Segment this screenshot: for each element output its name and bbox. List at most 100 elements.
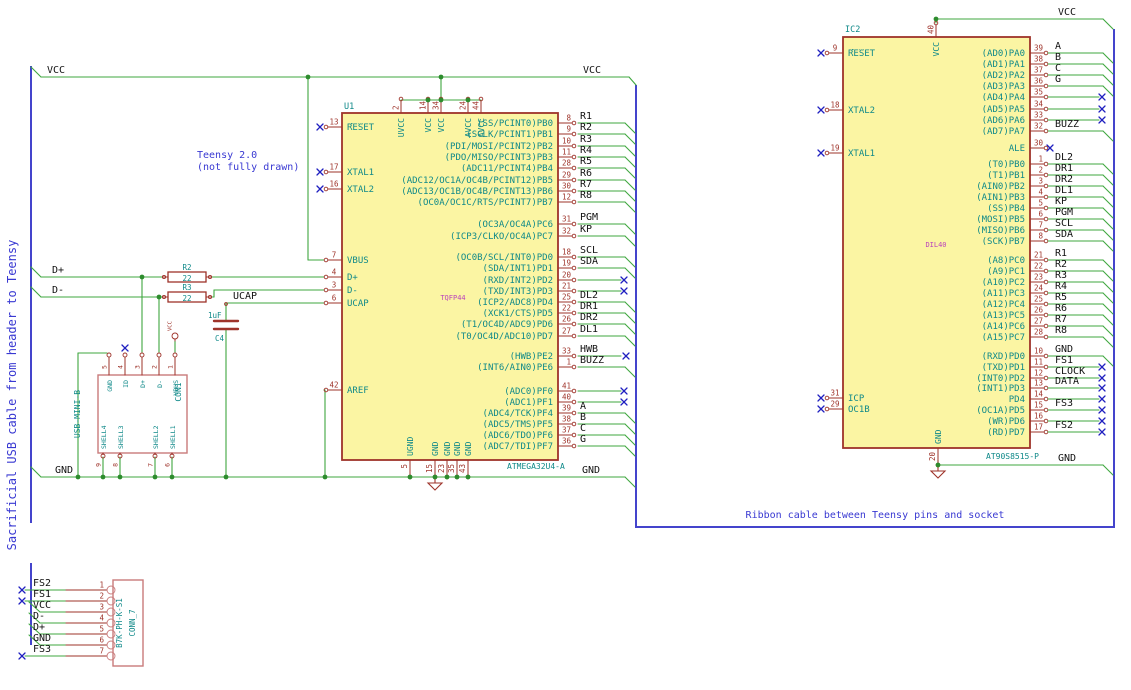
net-label-b[interactable]: B [580,412,586,423]
net-label-r1[interactable]: R1 [580,111,592,122]
net-label-gnd[interactable]: GND [1058,453,1076,464]
net-label-vcc[interactable]: VCC [1058,7,1076,18]
net-label-gnd[interactable]: GND [33,633,51,644]
net-label-gnd[interactable]: GND [55,465,73,476]
net-label-dr2[interactable]: DR2 [1055,174,1073,185]
net-label-c[interactable]: C [580,423,586,434]
pin-number: 5 [1038,199,1043,208]
net-label-vcc[interactable]: VCC [47,65,65,76]
net-label-d-[interactable]: D- [33,611,45,622]
net-label-d+[interactable]: D+ [33,622,45,633]
net-label-r8[interactable]: R8 [1055,325,1067,336]
net-label-vcc[interactable]: VCC [583,65,601,76]
usb-cable-note[interactable]: Sacrificial USB cable from header to Tee… [5,240,19,551]
net-label-r4[interactable]: R4 [1055,281,1067,292]
net-label-sda[interactable]: SDA [1055,229,1073,240]
ref-designator[interactable]: R2 [182,263,191,272]
net-label-fs3[interactable]: FS3 [33,644,51,655]
net-label-dl2[interactable]: DL2 [1055,152,1073,163]
net-label-b[interactable]: B [1055,52,1061,63]
net-label-vcc[interactable]: VCC [33,600,51,611]
net-label-r7[interactable]: R7 [1055,314,1067,325]
pin-number: 35 [1034,88,1043,97]
pin-name: (OC0B/SCL/INT0)PD0 [455,253,553,263]
net-label-data[interactable]: DATA [1055,376,1079,387]
net-label-c[interactable]: C [1055,63,1061,74]
net-label-r3[interactable]: R3 [1055,270,1067,281]
ribbon-cable-note[interactable]: Ribbon cable between Teensy pins and soc… [746,510,1005,521]
net-label-g[interactable]: G [580,434,586,445]
ref-designator[interactable]: R3 [182,283,191,292]
net-label-scl[interactable]: SCL [580,245,598,256]
net-label-r6[interactable]: R6 [580,168,592,179]
teensy-note-line1[interactable]: Teensy 2.0 [197,150,257,161]
net-label-buzz[interactable]: BUZZ [580,355,604,366]
pin-number: 22 [562,304,571,313]
net-label-d-[interactable]: D- [52,285,64,296]
component-value[interactable]: ATMEGA32U4-A [507,462,565,471]
net-label-scl[interactable]: SCL [1055,218,1073,229]
net-label-a[interactable]: A [580,401,586,412]
ref-designator[interactable]: CONN_7 [128,609,137,636]
component-value[interactable]: 22 [182,294,191,303]
connector-type-label[interactable]: USB-MINI-B [73,390,82,438]
net-label-dr1[interactable]: DR1 [1055,163,1073,174]
pin-number: 4 [117,365,125,369]
pin-number: 12 [1034,369,1043,378]
net-label-dl1[interactable]: DL1 [1055,185,1073,196]
net-label-fs2[interactable]: FS2 [1055,420,1073,431]
net-label-r6[interactable]: R6 [1055,303,1067,314]
ref-designator[interactable]: C4 [215,334,225,343]
pin-number: 7 [1038,221,1043,230]
pin-name: (ADC6/TDO)PF6 [483,431,553,441]
net-label-fs1[interactable]: FS1 [1055,355,1073,366]
net-label-fs3[interactable]: FS3 [1055,398,1073,409]
connector-type-label[interactable]: B7K-PH-K-S1 [115,598,124,648]
net-label-gnd[interactable]: GND [1055,344,1073,355]
net-label-sda[interactable]: SDA [580,256,598,267]
pin-name: (SS/PCINT0)PB0 [477,119,553,129]
pin-number: 12 [562,193,571,202]
net-label-ucap[interactable]: UCAP [233,291,257,302]
pin-name: GND [934,429,943,444]
net-label-dr1[interactable]: DR1 [580,301,598,312]
teensy-note-line2[interactable]: (not fully drawn) [197,162,299,173]
pin-name: (INT0)PD2 [976,374,1025,384]
net-label-dl2[interactable]: DL2 [580,290,598,301]
component-value[interactable]: AT90S8515-P [986,452,1039,461]
component-value[interactable]: 22 [182,274,191,283]
net-label-r8[interactable]: R8 [580,190,592,201]
net-label-fs2[interactable]: FS2 [33,578,51,589]
net-label-gnd[interactable]: GND [582,465,600,476]
net-label-d+[interactable]: D+ [52,265,64,276]
net-label-r3[interactable]: R3 [580,134,592,145]
net-label-r2[interactable]: R2 [1055,259,1067,270]
net-label-dr2[interactable]: DR2 [580,312,598,323]
net-label-hwb[interactable]: HWB [580,344,598,355]
net-label-r5[interactable]: R5 [580,156,592,167]
net-label-r1[interactable]: R1 [1055,248,1067,259]
component-value[interactable]: 1uF [208,311,222,320]
net-label-r4[interactable]: R4 [580,145,592,156]
ref-designator[interactable]: U1 [344,102,354,112]
net-label-r2[interactable]: R2 [580,122,592,133]
net-label-g[interactable]: G [1055,74,1061,85]
net-label-pgm[interactable]: PGM [1055,207,1073,218]
ref-designator[interactable]: IC2 [845,25,860,35]
footprint-label[interactable]: TQFP44 [440,294,465,302]
pin-name: (A13)PC5 [982,311,1025,321]
net-label-kp[interactable]: KP [1055,196,1067,207]
pin-name: PD4 [1009,395,1025,405]
net-label-a[interactable]: A [1055,41,1061,52]
net-label-buzz[interactable]: BUZZ [1055,119,1079,130]
net-label-pgm[interactable]: PGM [580,212,598,223]
net-label-r7[interactable]: R7 [580,179,592,190]
net-label-dl1[interactable]: DL1 [580,324,598,335]
junction-dot [444,474,450,480]
net-label-fs1[interactable]: FS1 [33,589,51,600]
net-label-r5[interactable]: R5 [1055,292,1067,303]
pin-number: 20 [928,452,937,462]
net-label-kp[interactable]: KP [580,224,592,235]
pin-name: (RXD)PD0 [982,352,1025,362]
footprint-label[interactable]: DIL40 [925,241,946,249]
